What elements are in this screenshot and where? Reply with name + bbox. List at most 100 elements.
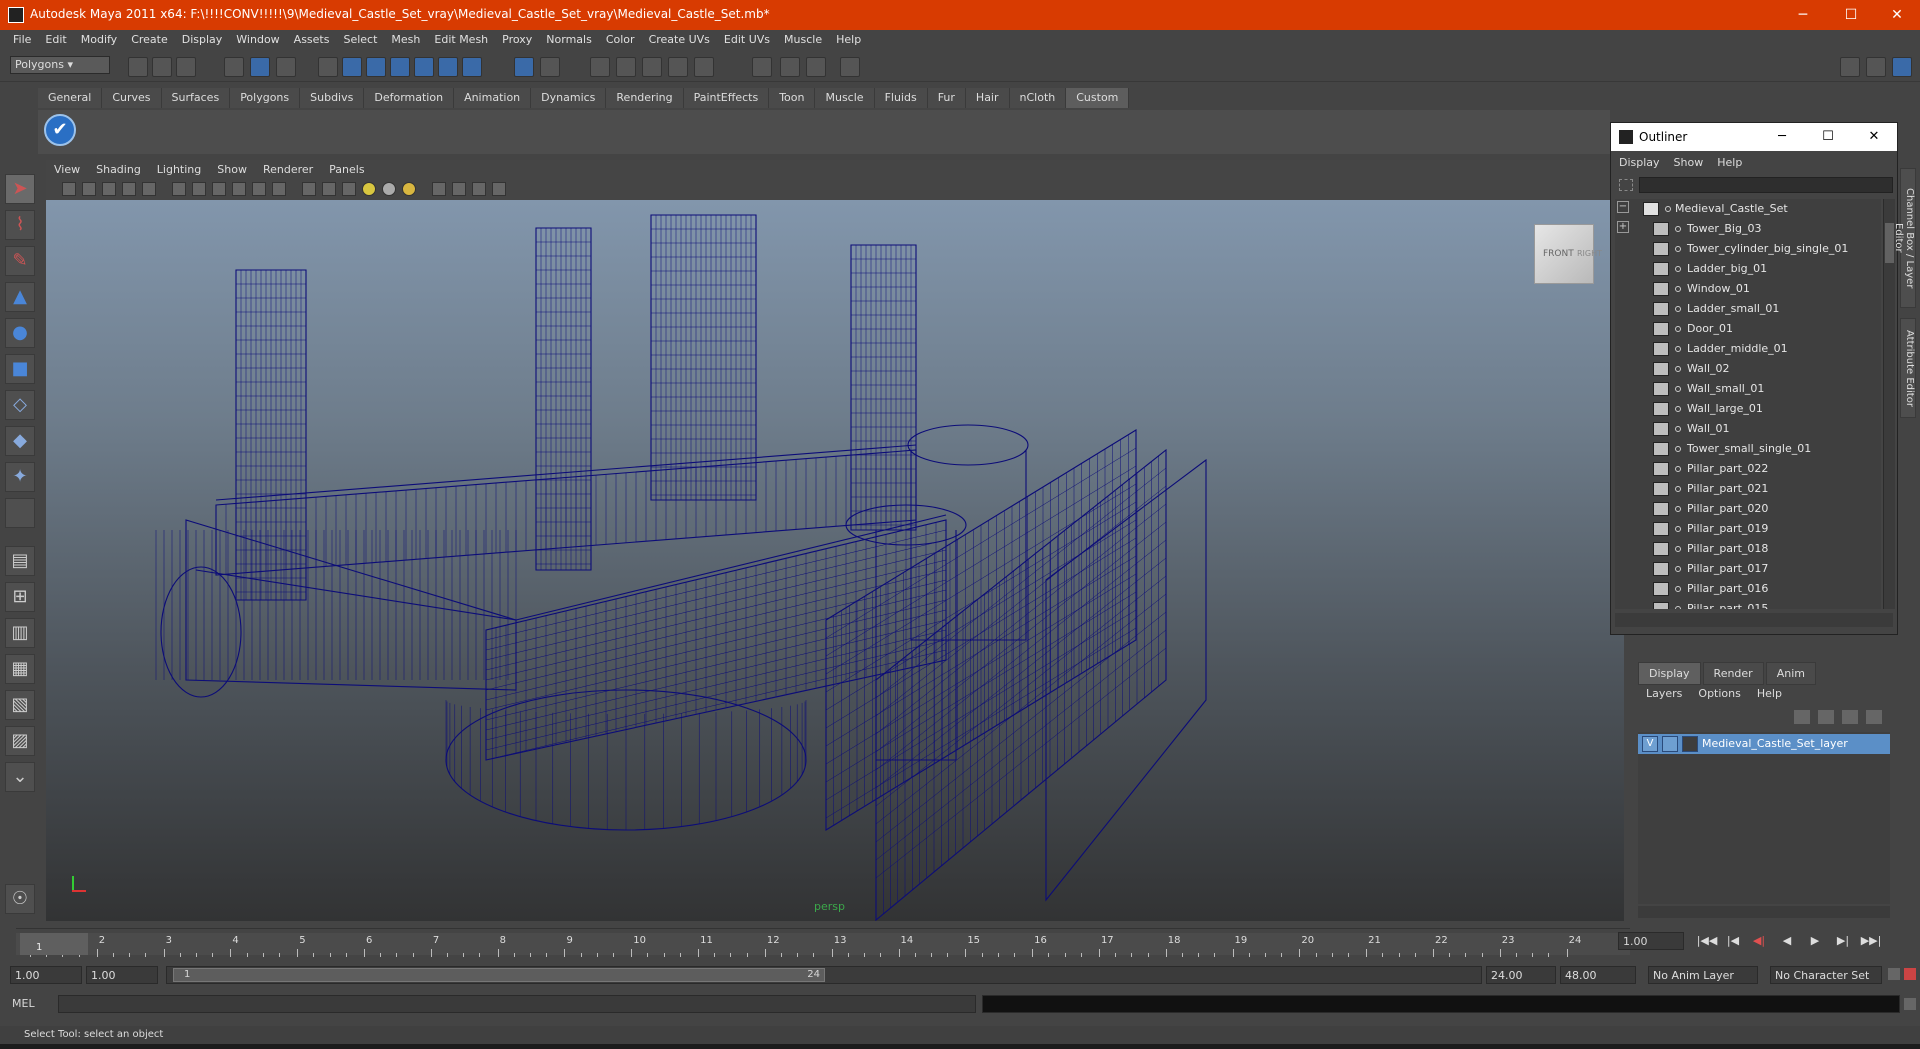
shelf-tab-surfaces[interactable]: Surfaces: [161, 88, 231, 108]
layout-four-icon[interactable]: [1866, 57, 1886, 77]
layer-menu-help[interactable]: Help: [1749, 684, 1790, 700]
shelf-tab-custom[interactable]: Custom: [1066, 88, 1130, 108]
new-layer-empty-icon[interactable]: [1794, 710, 1810, 724]
outliner-title-bar[interactable]: Outliner ─ ☐ ✕: [1611, 123, 1897, 151]
default-lighting-icon[interactable]: [362, 182, 376, 196]
minimize-button[interactable]: ─: [1780, 0, 1826, 30]
new-layer-selected-icon[interactable]: [1818, 710, 1834, 724]
outliner-item[interactable]: Pillar_part_016: [1615, 579, 1881, 599]
soft-modification-tool-icon[interactable]: ◆: [5, 426, 35, 456]
shelf-tab-muscle[interactable]: Muscle: [815, 88, 875, 108]
menu-proxy[interactable]: Proxy: [495, 30, 539, 46]
tool-settings-toggle-icon[interactable]: [806, 57, 826, 77]
paint-select-tool-icon[interactable]: ✎: [5, 246, 35, 276]
script-editor-icon[interactable]: [1904, 998, 1916, 1010]
outliner-filter-field[interactable]: [1639, 177, 1893, 193]
open-scene-icon[interactable]: [152, 57, 172, 77]
render-settings-icon[interactable]: [642, 57, 662, 77]
history-icon[interactable]: [438, 57, 458, 77]
shelf-tab-animation[interactable]: Animation: [454, 88, 532, 108]
outliner-item[interactable]: Ladder_big_01: [1615, 259, 1881, 279]
shelf-tab-deformation[interactable]: Deformation: [364, 88, 455, 108]
range-slider-handle[interactable]: 1 24: [173, 968, 825, 982]
lasso-tool-icon[interactable]: ⌇: [5, 210, 35, 240]
character-set-selector[interactable]: No Character Set: [1770, 966, 1882, 984]
wire-on-shaded-icon[interactable]: [232, 182, 246, 196]
animation-preferences-icon[interactable]: [1904, 968, 1916, 980]
shelf-tab-fur[interactable]: Fur: [927, 88, 966, 108]
panel-menu-lighting[interactable]: Lighting: [149, 160, 209, 176]
select-camera-icon[interactable]: [432, 182, 446, 196]
shelf-tab-painteffects[interactable]: PaintEffects: [683, 88, 770, 108]
play-backwards-button[interactable]: ◀: [1776, 934, 1798, 950]
ipr-render-icon[interactable]: [616, 57, 636, 77]
all-lights-icon[interactable]: [382, 182, 396, 196]
menu-create[interactable]: Create: [124, 30, 175, 46]
layout-persp-outliner-icon[interactable]: [1892, 57, 1912, 77]
outliner-item[interactable]: Pillar_part_021: [1615, 479, 1881, 499]
persp-outliner-layout-icon[interactable]: ▥: [5, 618, 35, 648]
film-gate-icon[interactable]: [142, 182, 156, 196]
outliner-item[interactable]: Pillar_part_020: [1615, 499, 1881, 519]
layer-tab-display[interactable]: Display: [1638, 662, 1701, 685]
shelf-tab-ncloth[interactable]: nCloth: [1009, 88, 1067, 108]
outliner-horizontal-scrollbar[interactable]: [1615, 613, 1893, 627]
grease-pencil-icon[interactable]: [122, 182, 136, 196]
outliner-item[interactable]: Wall_large_01: [1615, 399, 1881, 419]
panel-menu-panels[interactable]: Panels: [321, 160, 372, 176]
outliner-item[interactable]: Ladder_small_01: [1615, 299, 1881, 319]
menu-display[interactable]: Display: [175, 30, 230, 46]
rotate-tool-icon[interactable]: ●: [5, 318, 35, 348]
shelf-tab-polygons[interactable]: Polygons: [230, 88, 301, 108]
last-tool-icon[interactable]: [5, 498, 35, 528]
attribute-editor-tab[interactable]: Attribute Editor: [1900, 318, 1916, 418]
input-line-icon[interactable]: [694, 57, 714, 77]
select-object-icon[interactable]: [250, 57, 270, 77]
menu-help[interactable]: Help: [829, 30, 868, 46]
outliner-item[interactable]: Tower_small_single_01: [1615, 439, 1881, 459]
outliner-item[interactable]: Pillar_part_017: [1615, 559, 1881, 579]
filter-icon[interactable]: [1619, 179, 1633, 191]
frame-selection-icon[interactable]: [472, 182, 486, 196]
play-forwards-button[interactable]: ▶: [1804, 934, 1826, 950]
panel-menu-renderer[interactable]: Renderer: [255, 160, 321, 176]
quick-layout-icon[interactable]: ☉: [5, 884, 35, 914]
render-frame-icon[interactable]: [590, 57, 610, 77]
menu-color[interactable]: Color: [599, 30, 642, 46]
go-to-end-button[interactable]: ▶▶|: [1860, 934, 1882, 950]
layer-tab-anim[interactable]: Anim: [1765, 662, 1816, 685]
layer-type-toggle[interactable]: [1662, 736, 1678, 752]
select-tool-icon[interactable]: ➤: [5, 174, 35, 204]
menu-mesh[interactable]: Mesh: [384, 30, 427, 46]
outliner-item[interactable]: Ladder_middle_01: [1615, 339, 1881, 359]
persp-graph-layout-icon[interactable]: ▦: [5, 654, 35, 684]
outliner-item[interactable]: Wall_02: [1615, 359, 1881, 379]
bookmark-icon[interactable]: [82, 182, 96, 196]
view-cube[interactable]: FRONT RIGHT: [1534, 224, 1602, 284]
layer-row[interactable]: V Medieval_Castle_Set_layer: [1638, 734, 1890, 754]
end-time-field[interactable]: 48.00: [1560, 966, 1636, 984]
menu-modify[interactable]: Modify: [74, 30, 124, 46]
outliner-menu-display[interactable]: Display: [1611, 153, 1666, 169]
go-to-start-button[interactable]: |◀◀: [1696, 934, 1718, 950]
shelf-tab-general[interactable]: General: [38, 88, 103, 108]
outliner-item[interactable]: Wall_01: [1615, 419, 1881, 439]
scale-tool-icon[interactable]: ■: [5, 354, 35, 384]
hypershade-icon[interactable]: [668, 57, 688, 77]
select-component-icon[interactable]: [276, 57, 296, 77]
panel-menu-shading[interactable]: Shading: [88, 160, 149, 176]
panel-layout-icon[interactable]: [492, 182, 506, 196]
new-scene-icon[interactable]: [128, 57, 148, 77]
outliner-maximize-button[interactable]: ☐: [1805, 123, 1851, 151]
layer-menu-options[interactable]: Options: [1690, 684, 1748, 700]
channel-box-layer-editor-tab[interactable]: Channel Box / Layer Editor: [1893, 168, 1916, 308]
outliner-root-item[interactable]: Medieval_Castle_Set −: [1615, 199, 1881, 219]
menu-assets[interactable]: Assets: [287, 30, 337, 46]
outliner-item[interactable]: Pillar_part_022: [1615, 459, 1881, 479]
move-tool-icon[interactable]: ▲: [5, 282, 35, 312]
outliner-menu-show[interactable]: Show: [1666, 153, 1710, 169]
manipulator-tool-icon[interactable]: ◇: [5, 390, 35, 420]
four-view-layout-icon[interactable]: ⊞: [5, 582, 35, 612]
menu-select[interactable]: Select: [336, 30, 384, 46]
step-back-frame-button[interactable]: ◀|: [1748, 934, 1770, 950]
